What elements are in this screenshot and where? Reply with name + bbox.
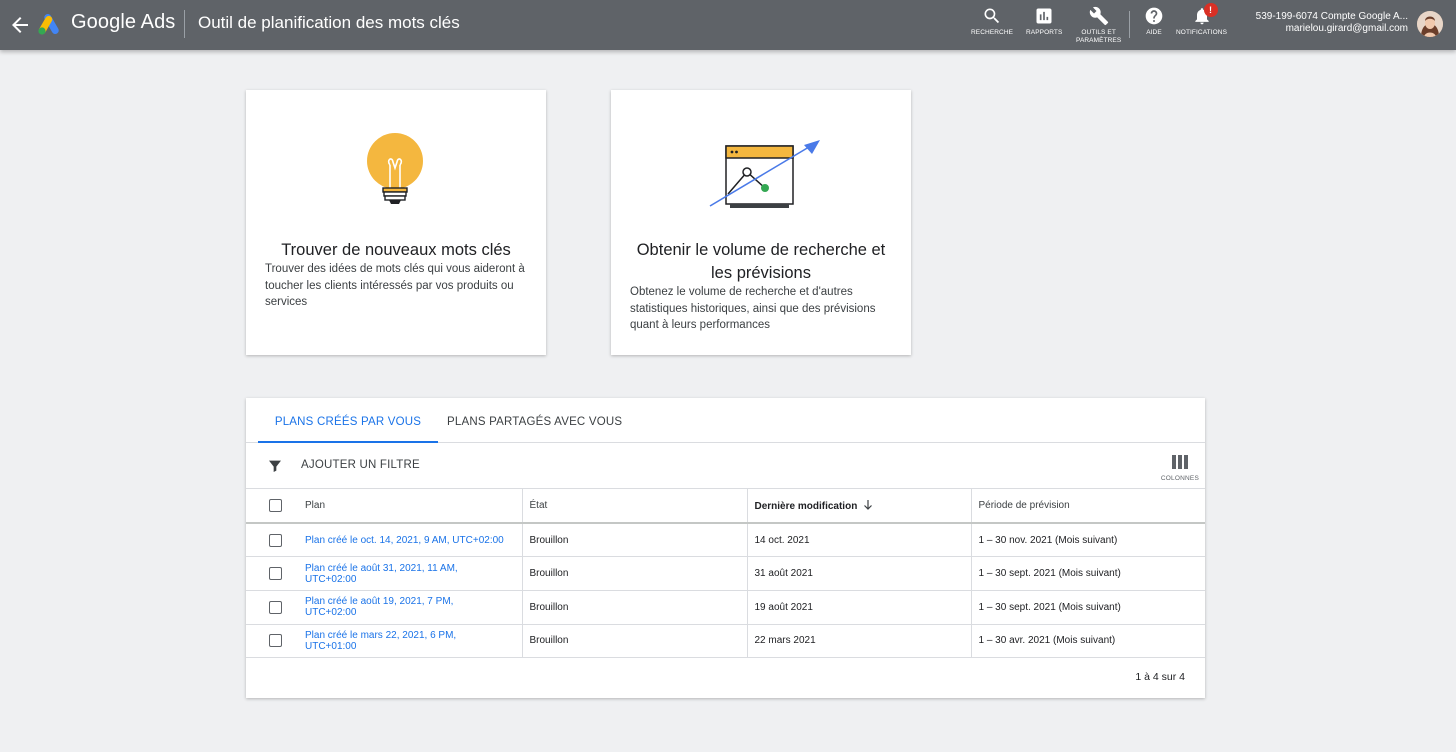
plan-column-header[interactable]: Plan (305, 489, 522, 524)
sort-arrow-down-icon (864, 499, 873, 510)
title-divider (184, 10, 185, 38)
last-modified-cell: 31 août 2021 (746, 556, 971, 591)
state-cell: Brouillon (521, 523, 747, 558)
plan-link[interactable]: Plan créé le août 19, 2021, 7 PM, UTC+02… (305, 596, 515, 618)
filter-bar: AJOUTER UN FILTRE COLONNES (246, 443, 1205, 489)
lightbulb-icon (367, 133, 423, 204)
plan-link-line1: Plan créé le oct. 14, 2021, 9 AM, UTC+02… (305, 534, 504, 546)
row-checkbox[interactable] (269, 634, 282, 648)
account-id: 539-199-6074 Compte Google A... (1255, 11, 1408, 22)
row-checkbox[interactable] (269, 567, 282, 581)
search-volume-title-line1: Obtenir le volume de recherche et (636, 241, 886, 259)
back-arrow-icon[interactable] (8, 13, 32, 37)
select-all-cell (246, 489, 305, 524)
help-icon (1145, 7, 1163, 25)
search-volume-title-line2: les prévisions (711, 264, 811, 282)
forecast-period-cell: 1 – 30 avr. 2021 (Mois suivant) (970, 624, 1205, 659)
plan-link[interactable]: Plan créé le août 31, 2021, 11 AM, UTC+0… (305, 563, 515, 585)
columns-icon (1171, 455, 1188, 469)
page-title: Outil de planification des mots clés (198, 13, 460, 32)
row-select-cell (246, 590, 305, 625)
last-modified-cell: 19 août 2021 (746, 590, 971, 625)
notifications-button[interactable]: ! NOTIFICATIONS (1176, 3, 1228, 37)
plan-link-line1: Plan créé le août 19, 2021, 7 PM, (305, 596, 454, 608)
product-name[interactable]: Google Ads (71, 11, 175, 34)
help-button[interactable]: AIDE (1144, 6, 1164, 37)
add-filter-button[interactable]: AJOUTER UN FILTRE (301, 459, 420, 471)
table-row: Plan créé le août 19, 2021, 7 PM, UTC+02… (246, 590, 1205, 625)
wrench-icon (1089, 6, 1108, 26)
pagination-summary: 1 à 4 sur 4 (1135, 671, 1185, 683)
tools-settings-button[interactable]: OUTILS ET PARAMÈTRES (1076, 6, 1121, 45)
plan-link-line2: UTC+02:00 (305, 607, 357, 619)
state-cell: Brouillon (521, 556, 747, 591)
help-label: AIDE (1146, 29, 1162, 36)
last-modified-cell: 22 mars 2021 (746, 624, 971, 659)
plan-link-line1: Plan créé le août 31, 2021, 11 AM, (305, 562, 458, 574)
state-column-header[interactable]: État (521, 489, 747, 524)
table-row: Plan créé le mars 22, 2021, 6 PM, UTC+01… (246, 624, 1205, 659)
table-row: Plan créé le août 31, 2021, 11 AM, UTC+0… (246, 556, 1205, 591)
forecast-period-column-header[interactable]: Période de prévision (970, 489, 1205, 524)
find-keywords-description: Trouver des idées de mots clés qui vous … (265, 263, 525, 308)
toolbar-separator (1129, 11, 1130, 38)
last-modified-cell: 14 oct. 2021 (746, 523, 971, 558)
forecast-period-cell: 1 – 30 nov. 2021 (Mois suivant) (970, 523, 1205, 558)
tab-plans-shared-with-you[interactable]: PLANS PARTAGÉS AVEC VOUS (447, 398, 622, 443)
row-select-cell (246, 523, 305, 558)
account-email: marielou.girard@gmail.com (1285, 23, 1408, 34)
plan-cell: Plan créé le août 31, 2021, 11 AM, UTC+0… (305, 556, 522, 591)
plan-link-line2: UTC+01:00 (305, 640, 357, 652)
plans-panel: PLANS CRÉÉS PAR VOUS PLANS PARTAGÉS AVEC… (246, 398, 1205, 698)
tools-label-line1: OUTILS ET (1081, 29, 1116, 36)
select-all-checkbox[interactable] (269, 499, 282, 512)
row-select-cell (246, 556, 305, 591)
tab-plans-created-by-you[interactable]: PLANS CRÉÉS PAR VOUS (258, 398, 438, 443)
search-volume-description: Obtenez le volume de recherche et d'autr… (630, 286, 876, 331)
plan-cell: Plan créé le août 19, 2021, 7 PM, UTC+02… (305, 590, 522, 625)
state-cell: Brouillon (521, 590, 747, 625)
avatar-photo (1417, 11, 1443, 37)
avatar[interactable] (1417, 11, 1443, 37)
tools-label-line2: PARAMÈTRES (1076, 37, 1122, 44)
table-header-row: Plan État Dernière modification Période … (246, 489, 1205, 524)
reports-button[interactable]: RAPPORTS (1026, 6, 1062, 37)
plans-table: Plan État Dernière modification Période … (246, 489, 1205, 659)
plan-cell: Plan créé le oct. 14, 2021, 9 AM, UTC+02… (305, 523, 522, 558)
state-cell: Brouillon (521, 624, 747, 659)
reports-icon (1036, 8, 1052, 24)
plans-tabs: PLANS CRÉÉS PAR VOUS PLANS PARTAGÉS AVEC… (246, 398, 1205, 443)
account-info[interactable]: 539-199-6074 Compte Google A... marielou… (1256, 11, 1408, 35)
search-volume-forecast-card[interactable]: Obtenir le volume de recherche et les pr… (611, 90, 911, 355)
row-checkbox[interactable] (269, 533, 282, 547)
filter-icon[interactable] (267, 458, 283, 474)
reports-label: RAPPORTS (1026, 29, 1063, 36)
forecast-period-cell: 1 – 30 sept. 2021 (Mois suivant) (970, 590, 1205, 625)
plan-link-line1: Plan créé le mars 22, 2021, 6 PM, (305, 629, 457, 641)
last-modified-column-header[interactable]: Dernière modification (746, 489, 971, 524)
table-row: Plan créé le oct. 14, 2021, 9 AM, UTC+02… (246, 523, 1205, 558)
last-modified-header-label: Dernière modification (754, 500, 858, 512)
row-checkbox[interactable] (269, 600, 282, 614)
forecast-period-cell: 1 – 30 sept. 2021 (Mois suivant) (970, 556, 1205, 591)
plan-link-line2: UTC+02:00 (305, 573, 357, 585)
notifications-label: NOTIFICATIONS (1176, 29, 1228, 36)
plan-cell: Plan créé le mars 22, 2021, 6 PM, UTC+01… (305, 624, 522, 659)
find-keywords-title: Trouver de nouveaux mots clés (281, 241, 511, 259)
search-button[interactable]: RECHERCHE (971, 6, 1013, 37)
search-icon (984, 8, 1000, 24)
top-app-bar: Google Ads Outil de planification des mo… (0, 0, 1456, 50)
row-select-cell (246, 624, 305, 659)
columns-button[interactable]: COLONNES (1161, 455, 1199, 482)
find-keywords-card[interactable]: Trouver de nouveaux mots clés Trouver de… (246, 90, 546, 355)
notification-badge: ! (1203, 3, 1218, 17)
columns-label: COLONNES (1160, 475, 1199, 482)
plan-link[interactable]: Plan créé le mars 22, 2021, 6 PM, UTC+01… (305, 630, 515, 652)
plan-link[interactable]: Plan créé le oct. 14, 2021, 9 AM, UTC+02… (305, 535, 515, 546)
google-ads-logo-icon[interactable] (37, 12, 63, 36)
search-label: RECHERCHE (971, 29, 1014, 36)
forecast-chart-icon (709, 140, 820, 208)
